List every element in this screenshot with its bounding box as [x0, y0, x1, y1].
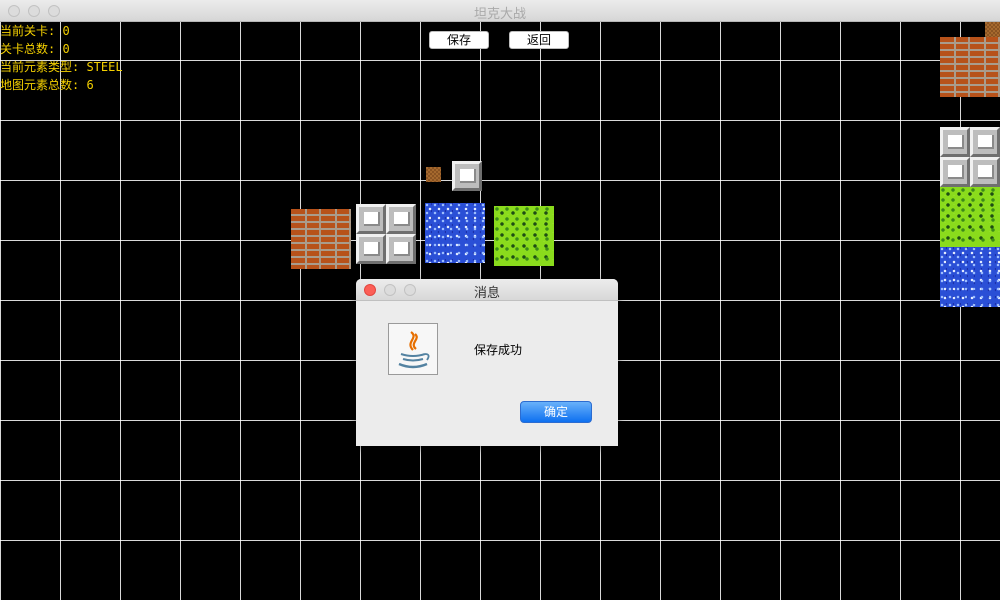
water-tile[interactable]	[425, 203, 485, 263]
dialog-message: 保存成功	[474, 343, 523, 357]
steel-block	[386, 204, 416, 234]
save-button[interactable]: 保存	[429, 31, 489, 49]
message-dialog: 消息 保存成功 确定	[356, 279, 618, 446]
dialog-titlebar: 消息	[356, 279, 618, 301]
palette-brick[interactable]	[940, 37, 1000, 97]
palette-grass[interactable]	[940, 187, 1000, 247]
steel-wall-tile[interactable]	[356, 204, 416, 264]
editor-info-panel: 当前关卡: 0 关卡总数: 0 当前元素类型: STEEL 地图元素总数: 6	[0, 22, 123, 94]
palette-steel[interactable]	[940, 127, 1000, 187]
steel-block	[940, 157, 970, 187]
window-title: 坦克大战	[473, 7, 526, 22]
window-titlebar: 坦克大战	[0, 0, 1000, 22]
palette-small-brick[interactable]	[985, 22, 1000, 37]
steel-block	[970, 127, 1000, 157]
steel-block	[356, 234, 386, 264]
element-count-label: 地图元素总数: 6	[0, 78, 94, 92]
steel-block	[940, 127, 970, 157]
element-type-label: 当前元素类型: STEEL	[0, 60, 123, 74]
back-button[interactable]: 返回	[509, 31, 569, 49]
dialog-title: 消息	[473, 286, 500, 301]
steel-block	[386, 234, 416, 264]
brick-wall-tile[interactable]	[291, 209, 351, 269]
grass-tile[interactable]	[494, 206, 554, 266]
steel-block	[356, 204, 386, 234]
steel-block-tile[interactable]	[452, 161, 482, 191]
steel-block	[970, 157, 1000, 187]
java-icon	[388, 323, 438, 375]
small-brick-tile[interactable]	[426, 167, 441, 182]
current-level-label: 当前关卡: 0	[0, 24, 70, 38]
palette-water[interactable]	[940, 247, 1000, 307]
total-levels-label: 关卡总数: 0	[0, 42, 70, 56]
ok-button[interactable]: 确定	[520, 401, 592, 423]
